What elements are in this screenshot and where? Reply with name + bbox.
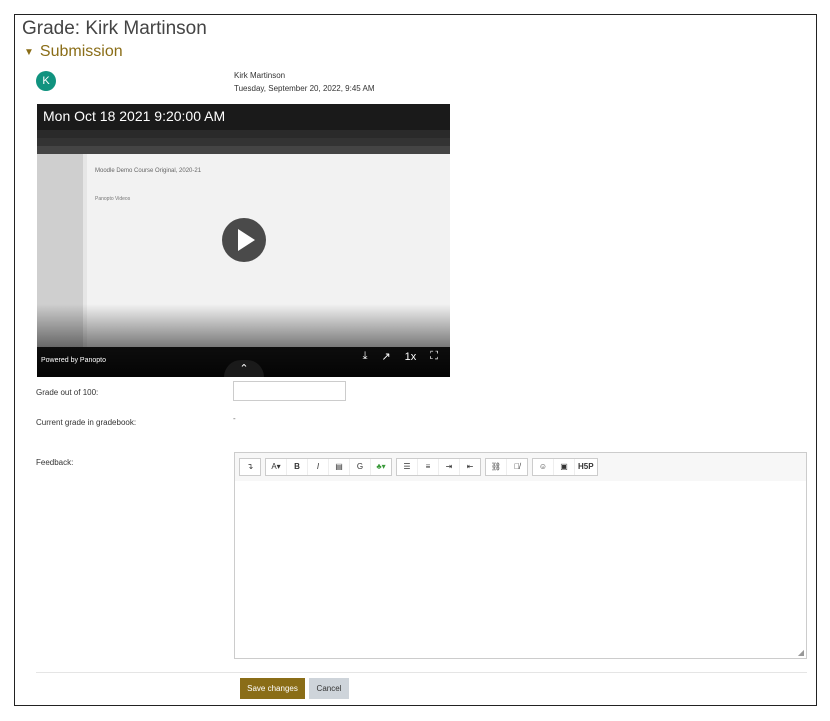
- play-button[interactable]: [222, 218, 266, 262]
- caret-down-icon: ▼: [24, 46, 34, 58]
- video-browser-address: [37, 138, 450, 146]
- image-assignment-icon[interactable]: ▤: [329, 459, 350, 475]
- avatar[interactable]: K: [36, 71, 56, 91]
- toolbar-group: ↴: [239, 458, 261, 476]
- cancel-button[interactable]: Cancel: [309, 678, 349, 699]
- speed-button[interactable]: 1x: [405, 351, 417, 363]
- video-browser-bookmarks: [37, 146, 450, 154]
- image-icon[interactable]: ▣: [554, 459, 575, 475]
- video-browser-tabs: [37, 130, 450, 138]
- font-style-icon[interactable]: A▾: [266, 459, 287, 475]
- current-grade-label: Current grade in gradebook:: [36, 418, 137, 427]
- feedback-label: Feedback:: [36, 458, 74, 467]
- feedback-editor: ↴ A▾ B I ▤ G ♣▾ ☰ ≡ ⇥ ⇤ ⛓ ⛓̸ ☺ ▣ H5P ◢: [234, 452, 807, 659]
- page-title: Grade: Kirk Martinson: [22, 18, 207, 39]
- play-icon: [238, 229, 255, 251]
- emoji-icon[interactable]: ☺: [533, 459, 554, 475]
- section-label: Submission: [39, 43, 123, 60]
- recycle-icon[interactable]: ♣▾: [371, 459, 391, 475]
- open-external-icon[interactable]: ↗: [381, 350, 390, 363]
- save-button[interactable]: Save changes: [240, 678, 305, 699]
- current-grade-value: -: [233, 414, 236, 423]
- video-controls: ⤓ ↗ 1x ⛶: [363, 350, 438, 363]
- submission-date: Tuesday, September 20, 2022, 9:45 AM: [234, 84, 375, 93]
- unlink-icon[interactable]: ⛓̸: [507, 459, 527, 475]
- link-icon[interactable]: ⛓: [486, 459, 507, 475]
- toolbar-group: ☺ ▣ H5P: [532, 458, 598, 476]
- italic-icon[interactable]: I: [308, 459, 329, 475]
- video-player[interactable]: Mon Oct 18 2021 9:20:00 AM Moodle Demo C…: [37, 104, 450, 377]
- resize-handle-icon[interactable]: ◢: [798, 648, 804, 657]
- download-icon[interactable]: ⤓: [363, 350, 368, 363]
- grade-input[interactable]: [233, 381, 346, 401]
- divider: [36, 672, 807, 673]
- submitter-info: Kirk Martinson Tuesday, September 20, 20…: [234, 69, 375, 95]
- grade-label: Grade out of 100:: [36, 388, 99, 397]
- video-page-subheading: Panopto Videos: [95, 196, 131, 202]
- google-icon[interactable]: G: [350, 459, 371, 475]
- submitter-name: Kirk Martinson: [234, 71, 286, 80]
- numbered-list-icon[interactable]: ≡: [418, 459, 439, 475]
- toolbar-toggle-icon[interactable]: ↴: [240, 459, 260, 475]
- submission-section-toggle[interactable]: ▼ Submission: [24, 43, 123, 61]
- video-page-heading: Moodle Demo Course Original, 2020-21: [95, 168, 202, 174]
- toolbar-group: ⛓ ⛓̸: [485, 458, 528, 476]
- h5p-icon[interactable]: H5P: [575, 459, 597, 475]
- bold-icon[interactable]: B: [287, 459, 308, 475]
- powered-by-label: Powered by Panopto: [41, 357, 106, 364]
- feedback-textarea[interactable]: ◢: [235, 481, 806, 658]
- outdent-icon[interactable]: ⇤: [460, 459, 480, 475]
- toolbar-group: A▾ B I ▤ G ♣▾: [265, 458, 392, 476]
- toolbar-group: ☰ ≡ ⇥ ⇤: [396, 458, 481, 476]
- editor-toolbar: ↴ A▾ B I ▤ G ♣▾ ☰ ≡ ⇥ ⇤ ⛓ ⛓̸ ☺ ▣ H5P: [235, 453, 806, 482]
- fullscreen-icon[interactable]: ⛶: [430, 350, 438, 363]
- indent-icon[interactable]: ⇥: [439, 459, 460, 475]
- bullet-list-icon[interactable]: ☰: [397, 459, 418, 475]
- video-timestamp: Mon Oct 18 2021 9:20:00 AM: [43, 108, 226, 124]
